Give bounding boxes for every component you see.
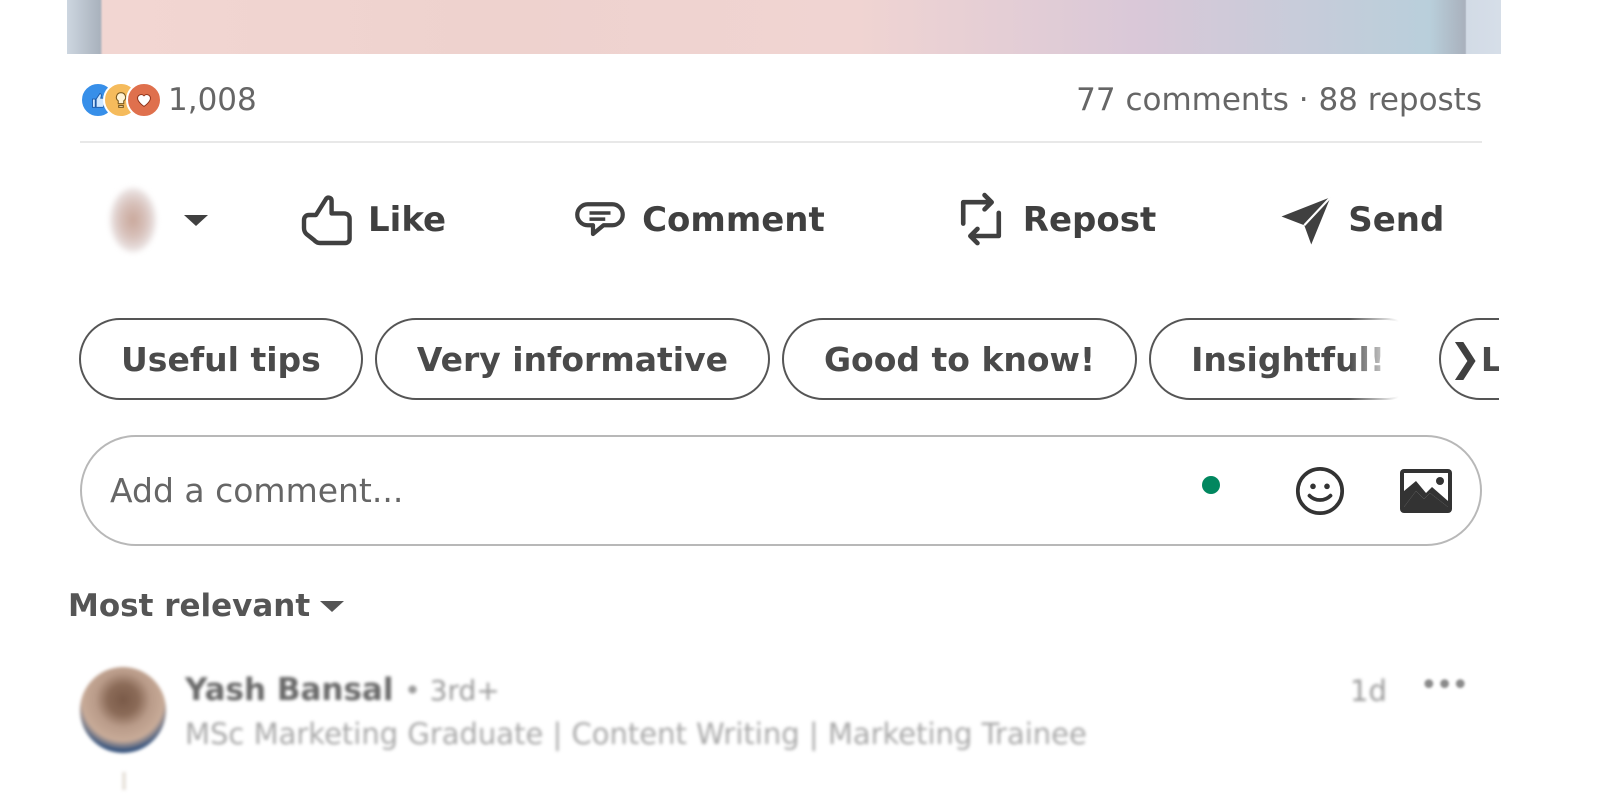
add-photo-button[interactable] [1398, 467, 1454, 515]
chip-useful-tips[interactable]: Useful tips [79, 318, 363, 400]
comment-button[interactable]: Comment [572, 188, 825, 252]
sort-selected-label: Most relevant [68, 588, 311, 624]
comment-thread-line [122, 772, 126, 790]
suggested-comment-chips: Useful tips Very informative Good to kno… [79, 316, 1499, 402]
actor-avatar [110, 188, 156, 252]
reaction-count[interactable]: 1,008 [168, 82, 257, 118]
comment-author-avatar[interactable] [80, 667, 166, 753]
social-counts: 1,008 77 comments · 88 reposts [80, 72, 1482, 128]
comments-reposts-count[interactable]: 77 comments · 88 reposts [1076, 82, 1482, 118]
chip-good-to-know[interactable]: Good to know! [781, 318, 1138, 400]
chips-fade-overlay [1349, 316, 1439, 402]
repost-icon [960, 192, 1001, 246]
repost-label: Repost [1022, 200, 1157, 240]
smiley-icon [1295, 466, 1345, 515]
comment-sort-dropdown[interactable]: Most relevant [68, 584, 345, 628]
comment-label: Comment [642, 200, 825, 240]
comment-author-headline: MSc Marketing Graduate | Content Writing… [185, 717, 1087, 751]
comment-input[interactable] [108, 470, 1202, 511]
like-label: Like [368, 200, 447, 240]
caret-down-icon [320, 600, 345, 612]
caret-down-icon [184, 214, 208, 226]
emoji-button[interactable] [1292, 463, 1348, 519]
connection-degree: • 3rd+ [404, 674, 500, 707]
comment-author-name[interactable]: Yash Bansal [185, 672, 393, 708]
love-reaction-icon [126, 82, 162, 118]
send-label: Send [1348, 200, 1445, 240]
divider [80, 141, 1482, 143]
comment-box [80, 435, 1482, 546]
thumbs-up-icon [301, 195, 352, 246]
online-status-dot [1202, 475, 1220, 494]
more-options-icon[interactable]: ••• [1420, 668, 1469, 703]
chevron-right-icon[interactable]: ❯ [1449, 336, 1481, 380]
post-image[interactable] [67, 0, 1501, 54]
send-button[interactable]: Send [1278, 188, 1444, 252]
reactions-summary[interactable]: 1,008 [80, 82, 257, 118]
comment-timestamp: 1d [1350, 674, 1387, 708]
repost-button[interactable]: Repost [953, 188, 1156, 252]
comment-item: Yash Bansal • 3rd+ MSc Marketing Graduat… [80, 664, 1482, 800]
image-icon [1400, 468, 1452, 513]
social-action-bar: Like Comment Repost Send [80, 180, 1482, 260]
comment-author[interactable]: Yash Bansal • 3rd+ [185, 672, 500, 708]
send-paper-plane-icon [1281, 196, 1332, 245]
like-button[interactable]: Like [298, 188, 446, 252]
chip-very-informative[interactable]: Very informative [374, 318, 770, 400]
actor-switcher[interactable] [110, 188, 208, 252]
comment-bubble-icon [575, 202, 625, 237]
